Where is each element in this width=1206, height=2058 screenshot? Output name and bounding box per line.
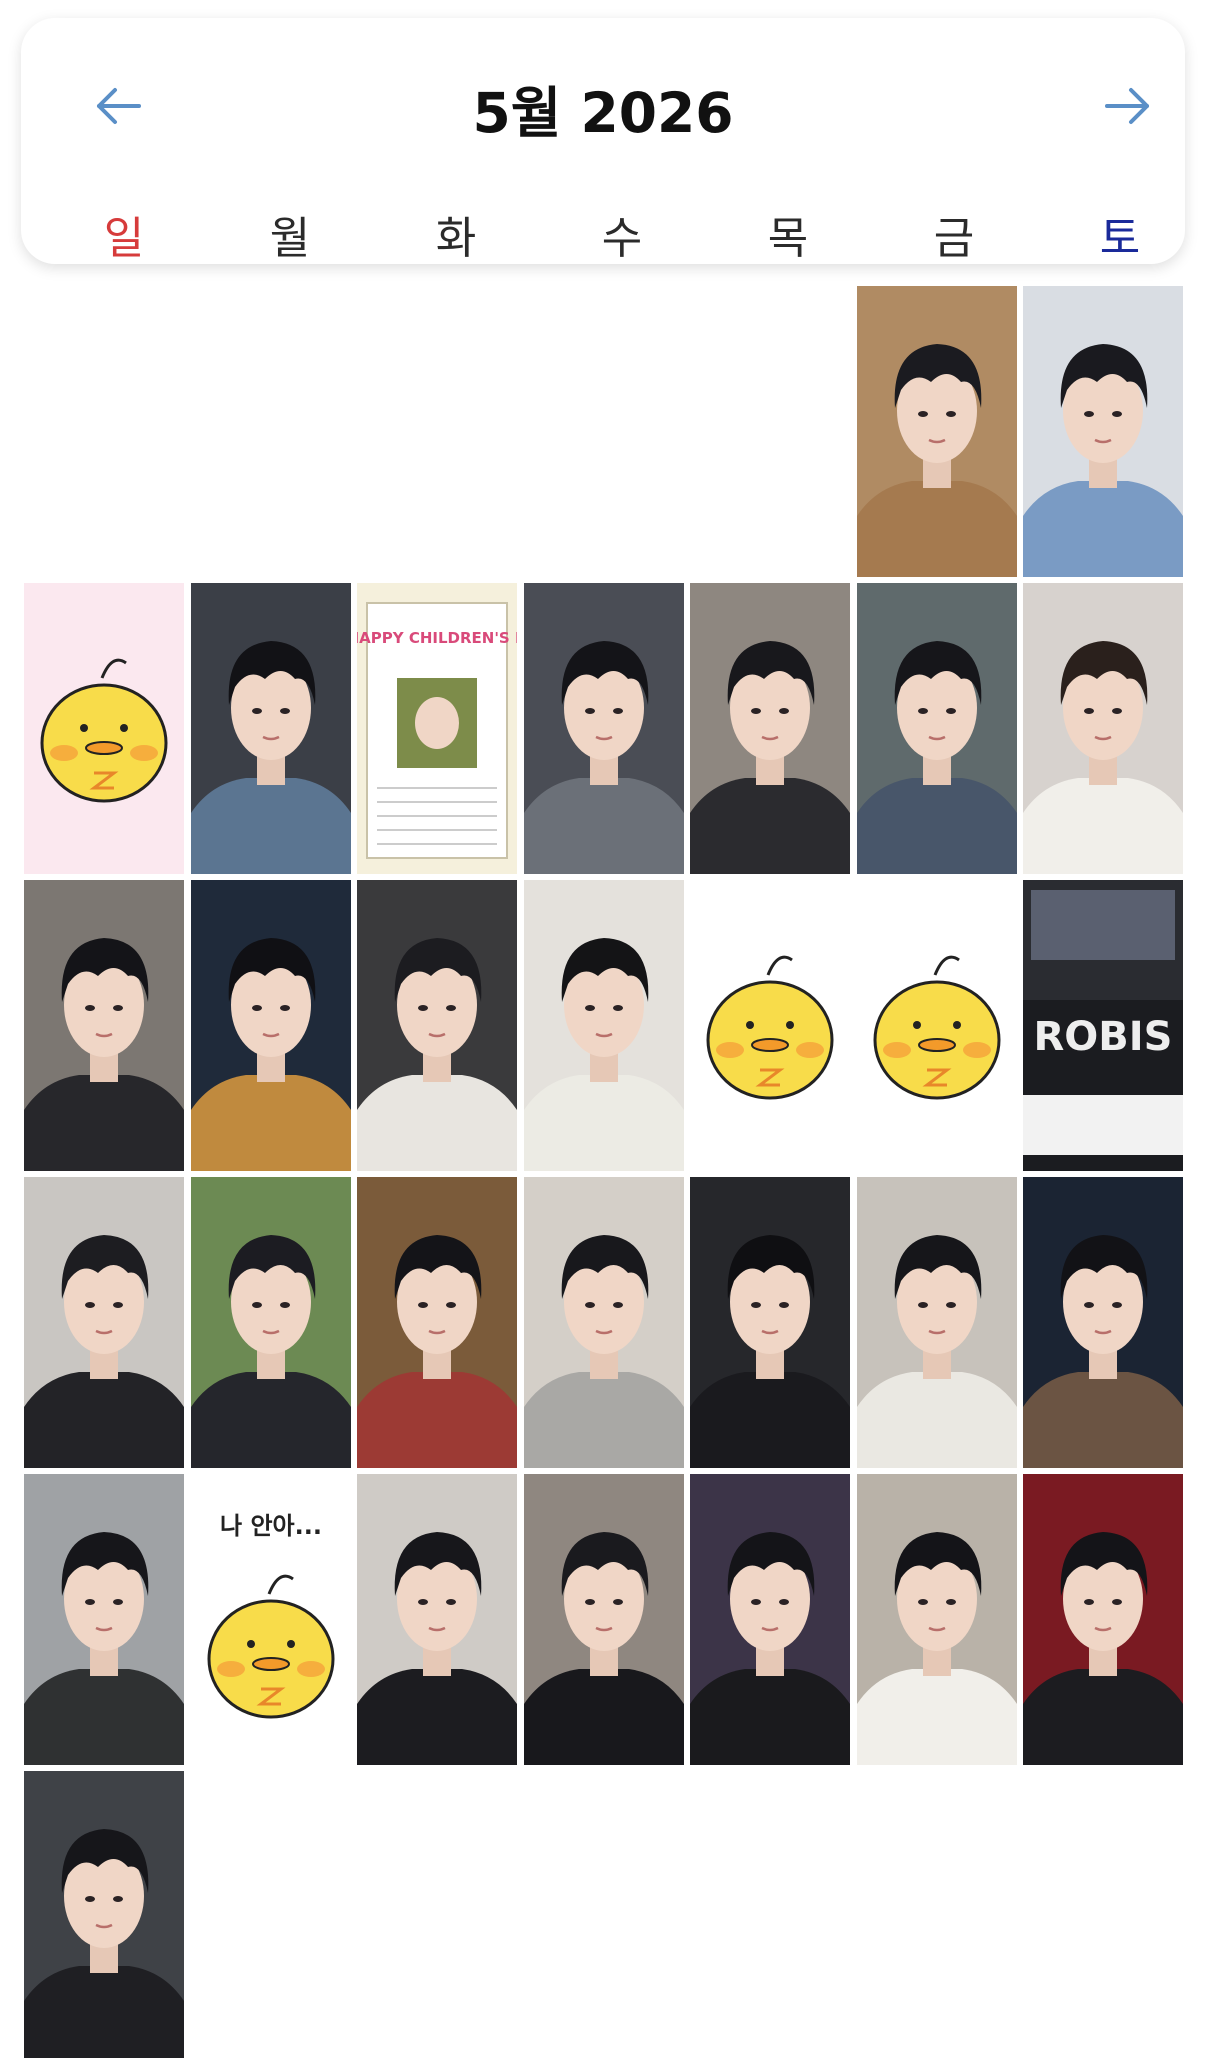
day-image-22	[857, 1177, 1017, 1468]
weekday-tue: 화	[435, 213, 477, 264]
calendar-header: 5월 2026 일 월 화 수 목 금 토	[21, 18, 1185, 264]
day-image-1	[857, 286, 1017, 577]
day-cell-20[interactable]	[524, 1177, 684, 1468]
day-cell-28[interactable]	[690, 1474, 850, 1765]
day-cell-24[interactable]	[24, 1474, 184, 1765]
day-image-19	[357, 1177, 517, 1468]
next-month-button[interactable]	[1101, 80, 1153, 132]
month-title: 5월 2026	[472, 81, 734, 145]
day-image-15	[857, 880, 1017, 1171]
day-image-10	[24, 880, 184, 1171]
day-cell-14[interactable]	[690, 880, 850, 1171]
day-image-9	[1023, 583, 1183, 874]
day-image-14	[690, 880, 850, 1171]
day-image-3	[24, 583, 184, 874]
day-image-4	[191, 583, 351, 874]
day-image-20	[524, 1177, 684, 1468]
day-image-29	[857, 1474, 1017, 1765]
day-cell-9[interactable]	[1023, 583, 1183, 874]
day-cell-17[interactable]	[24, 1177, 184, 1468]
day-cell-26[interactable]	[357, 1474, 517, 1765]
weekday-wed: 수	[601, 213, 643, 264]
day-image-25: 나 안아...	[191, 1474, 351, 1765]
day-image-18	[191, 1177, 351, 1468]
day-cell-12[interactable]	[357, 880, 517, 1171]
day-cell-25[interactable]: 나 안아...	[191, 1474, 351, 1765]
day-cell-19[interactable]	[357, 1177, 517, 1468]
day-image-17	[24, 1177, 184, 1468]
day-image-30	[1023, 1474, 1183, 1765]
day-cell-23[interactable]	[1023, 1177, 1183, 1468]
day-cell-2[interactable]	[1023, 286, 1183, 577]
svg-text:ROBIS: ROBIS	[1034, 1014, 1173, 1060]
day-cell-10[interactable]	[24, 880, 184, 1171]
day-image-16: ROBIS	[1023, 880, 1183, 1171]
day-cell-7[interactable]	[690, 583, 850, 874]
day-cell-21[interactable]	[690, 1177, 850, 1468]
day-image-24	[24, 1474, 184, 1765]
arrow-right-icon	[1105, 88, 1149, 124]
calendar-screen: 5월 2026 일 월 화 수 목 금 토 HAPPY CHILDREN'S D…	[0, 0, 1206, 2058]
day-image-21	[690, 1177, 850, 1468]
day-cell-1[interactable]	[857, 286, 1017, 577]
day-cell-6[interactable]	[524, 583, 684, 874]
day-cell-5[interactable]: HAPPY CHILDREN'S D	[357, 583, 517, 874]
weekday-fri: 금	[933, 213, 975, 264]
day-cell-16[interactable]: ROBIS	[1023, 880, 1183, 1171]
weekday-thu: 목	[767, 213, 809, 264]
day-cell-8[interactable]	[857, 583, 1017, 874]
day-image-6	[524, 583, 684, 874]
day-image-27	[524, 1474, 684, 1765]
day-image-13	[524, 880, 684, 1171]
day-cell-3[interactable]	[24, 583, 184, 874]
day-image-23	[1023, 1177, 1183, 1468]
day-image-11	[191, 880, 351, 1171]
svg-text:HAPPY CHILDREN'S D: HAPPY CHILDREN'S D	[357, 629, 517, 647]
day-cell-22[interactable]	[857, 1177, 1017, 1468]
day-cell-29[interactable]	[857, 1474, 1017, 1765]
day-image-28	[690, 1474, 850, 1765]
day-image-31	[24, 1771, 184, 2058]
weekday-mon: 월	[269, 213, 311, 264]
day-image-26	[357, 1474, 517, 1765]
day-cell-30[interactable]	[1023, 1474, 1183, 1765]
day-image-7	[690, 583, 850, 874]
day-cell-31[interactable]	[24, 1771, 184, 2058]
svg-text:나 안아...: 나 안아...	[220, 1512, 322, 1540]
day-cell-15[interactable]	[857, 880, 1017, 1171]
day-cell-13[interactable]	[524, 880, 684, 1171]
day-cell-4[interactable]	[191, 583, 351, 874]
day-image-2	[1023, 286, 1183, 577]
weekday-sun: 일	[103, 213, 145, 264]
day-cell-11[interactable]	[191, 880, 351, 1171]
weekday-sat: 토	[1099, 213, 1141, 264]
day-image-5: HAPPY CHILDREN'S D	[357, 583, 517, 874]
day-image-8	[857, 583, 1017, 874]
day-cell-18[interactable]	[191, 1177, 351, 1468]
day-cell-27[interactable]	[524, 1474, 684, 1765]
weekday-row: 일 월 화 수 목 금 토	[21, 202, 1185, 264]
day-image-12	[357, 880, 517, 1171]
